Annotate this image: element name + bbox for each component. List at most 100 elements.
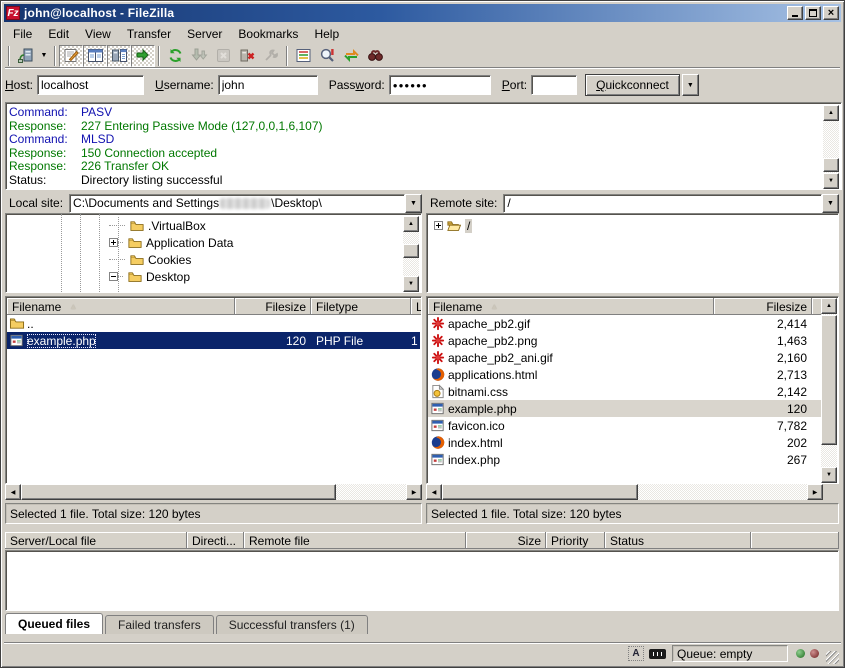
tree-item-desktop[interactable]: Desktop: [109, 268, 190, 285]
local-path-combo[interactable]: C:\Documents and Settings\Desktop\: [69, 194, 405, 213]
column-header-priority[interactable]: Priority: [546, 532, 605, 549]
scrollbar-thumb[interactable]: [403, 244, 419, 258]
scroll-down-button[interactable]: ▼: [823, 173, 839, 189]
log-scrollbar[interactable]: ▲ ▼: [823, 105, 839, 189]
menu-bookmarks[interactable]: Bookmarks: [230, 25, 306, 43]
column-header-status[interactable]: Status: [605, 532, 751, 549]
filter-icon: [295, 47, 312, 64]
local-tree-icon: [87, 47, 104, 64]
tree-item-virtualbox[interactable]: .VirtualBox: [109, 217, 206, 234]
comparison-icon: [319, 47, 336, 64]
toggle-message-log-button[interactable]: [59, 45, 83, 67]
file-row-apache-pb2-gif[interactable]: apache_pb2.gif 2,414: [428, 315, 821, 332]
find-files-button[interactable]: [363, 45, 387, 67]
scroll-right-button[interactable]: ▶: [807, 484, 823, 500]
encryption-status-icon: [649, 649, 666, 659]
cancel-operation-button[interactable]: [211, 45, 235, 67]
scroll-right-button[interactable]: ▶: [406, 484, 422, 500]
menu-edit[interactable]: Edit: [40, 25, 77, 43]
tree-item-application-data[interactable]: Application Data: [109, 234, 233, 251]
transfer-queue-icon: [135, 47, 152, 64]
column-header-size[interactable]: Size: [466, 532, 546, 549]
disconnect-button[interactable]: [235, 45, 259, 67]
menu-transfer[interactable]: Transfer: [119, 25, 179, 43]
process-queue-button[interactable]: [187, 45, 211, 67]
tree-item-root[interactable]: /: [434, 217, 472, 234]
reconnect-button[interactable]: [259, 45, 283, 67]
menu-server[interactable]: Server: [179, 25, 230, 43]
resize-grip[interactable]: [826, 651, 839, 664]
remote-path-dropdown-button[interactable]: ▼: [822, 194, 839, 213]
remote-list-scrollbar[interactable]: ▲ ▼: [821, 298, 837, 483]
quickconnect-dropdown-button[interactable]: ▼: [682, 74, 699, 96]
log-line: Response:226 Transfer OK: [9, 160, 821, 174]
scroll-up-button[interactable]: ▲: [821, 298, 837, 314]
column-header-direction[interactable]: Directi...: [187, 532, 244, 549]
scroll-left-button[interactable]: ◀: [5, 484, 21, 500]
column-header-filename[interactable]: Filename▲: [7, 298, 235, 315]
file-row-apache-pb2-ani-gif[interactable]: apache_pb2_ani.gif 2,160: [428, 349, 821, 366]
host-input[interactable]: [37, 75, 144, 95]
scroll-up-button[interactable]: ▲: [823, 105, 839, 121]
site-manager-button[interactable]: [13, 45, 37, 67]
toggle-transfer-queue-button[interactable]: [131, 45, 155, 67]
remote-path-combo[interactable]: /: [503, 194, 822, 213]
file-row-index-html[interactable]: index.html 202: [428, 434, 821, 451]
scrollbar-thumb[interactable]: [442, 484, 638, 500]
column-header-filesize[interactable]: Filesize: [235, 298, 311, 315]
menu-file[interactable]: File: [5, 25, 40, 43]
scrollbar-thumb[interactable]: [21, 484, 336, 500]
file-row-favicon-ico[interactable]: favicon.ico 7,782: [428, 417, 821, 434]
local-path-dropdown-button[interactable]: ▼: [405, 194, 422, 213]
tab-successful-transfers[interactable]: Successful transfers (1): [216, 615, 368, 634]
file-row-bitnami-css[interactable]: bitnami.css 2,142: [428, 383, 821, 400]
directory-listing-filters-button[interactable]: [291, 45, 315, 67]
site-manager-dropdown-button[interactable]: ▼: [37, 45, 51, 67]
tab-failed-transfers[interactable]: Failed transfers: [105, 615, 214, 634]
menu-help[interactable]: Help: [306, 25, 347, 43]
toggle-local-tree-button[interactable]: [83, 45, 107, 67]
directory-comparison-button[interactable]: [315, 45, 339, 67]
file-row-applications-html[interactable]: applications.html 2,713: [428, 366, 821, 383]
expand-icon[interactable]: [434, 221, 443, 230]
apache-icon: [430, 350, 446, 365]
scrollbar-thumb[interactable]: [823, 158, 839, 172]
local-list-hscrollbar[interactable]: ◀ ▶: [5, 484, 422, 500]
column-header-last-modified[interactable]: L: [411, 298, 422, 315]
local-tree-scrollbar[interactable]: ▲ ▼: [403, 216, 419, 292]
synchronized-browsing-button[interactable]: [339, 45, 363, 67]
scroll-down-button[interactable]: ▼: [821, 467, 837, 483]
file-row-example-php[interactable]: example.php 120 PHP File 1: [7, 332, 420, 349]
minimize-button[interactable]: [787, 6, 803, 20]
refresh-button[interactable]: [163, 45, 187, 67]
scrollbar-thumb[interactable]: [821, 315, 837, 445]
tree-item-cookies[interactable]: Cookies: [109, 251, 191, 268]
column-header-remote-file[interactable]: Remote file: [244, 532, 466, 549]
scroll-down-button[interactable]: ▼: [403, 276, 419, 292]
port-input[interactable]: [531, 75, 577, 95]
remote-list-hscrollbar[interactable]: ◀ ▶: [426, 484, 823, 500]
scroll-up-button[interactable]: ▲: [403, 216, 419, 232]
quickconnect-button[interactable]: Quickconnect: [585, 74, 680, 96]
column-header-server-local-file[interactable]: Server/Local file: [5, 532, 187, 549]
collapse-icon[interactable]: [109, 272, 118, 281]
expand-icon[interactable]: [109, 238, 118, 247]
file-row-index-php[interactable]: index.php 267: [428, 451, 821, 468]
tab-queued-files[interactable]: Queued files: [5, 613, 103, 634]
password-input[interactable]: [389, 75, 491, 95]
maximize-button[interactable]: [805, 6, 821, 20]
file-row-updir[interactable]: ..: [7, 315, 420, 332]
close-button[interactable]: ×: [823, 6, 839, 20]
column-header-filename[interactable]: Filename▲: [428, 298, 714, 315]
file-row-apache-pb2-png[interactable]: apache_pb2.png 1,463: [428, 332, 821, 349]
filezilla-logo-icon: Fz: [6, 6, 20, 20]
file-row-example-php[interactable]: example.php 120: [428, 400, 821, 417]
username-input[interactable]: [218, 75, 318, 95]
scroll-left-button[interactable]: ◀: [426, 484, 442, 500]
toggle-remote-tree-button[interactable]: [107, 45, 131, 67]
menu-view[interactable]: View: [77, 25, 119, 43]
column-header-filetype[interactable]: Filetype: [311, 298, 411, 315]
title-bar[interactable]: Fz john@localhost - FileZilla ×: [4, 4, 841, 22]
queue-body: [5, 550, 839, 611]
column-header-filesize[interactable]: Filesize: [714, 298, 812, 315]
